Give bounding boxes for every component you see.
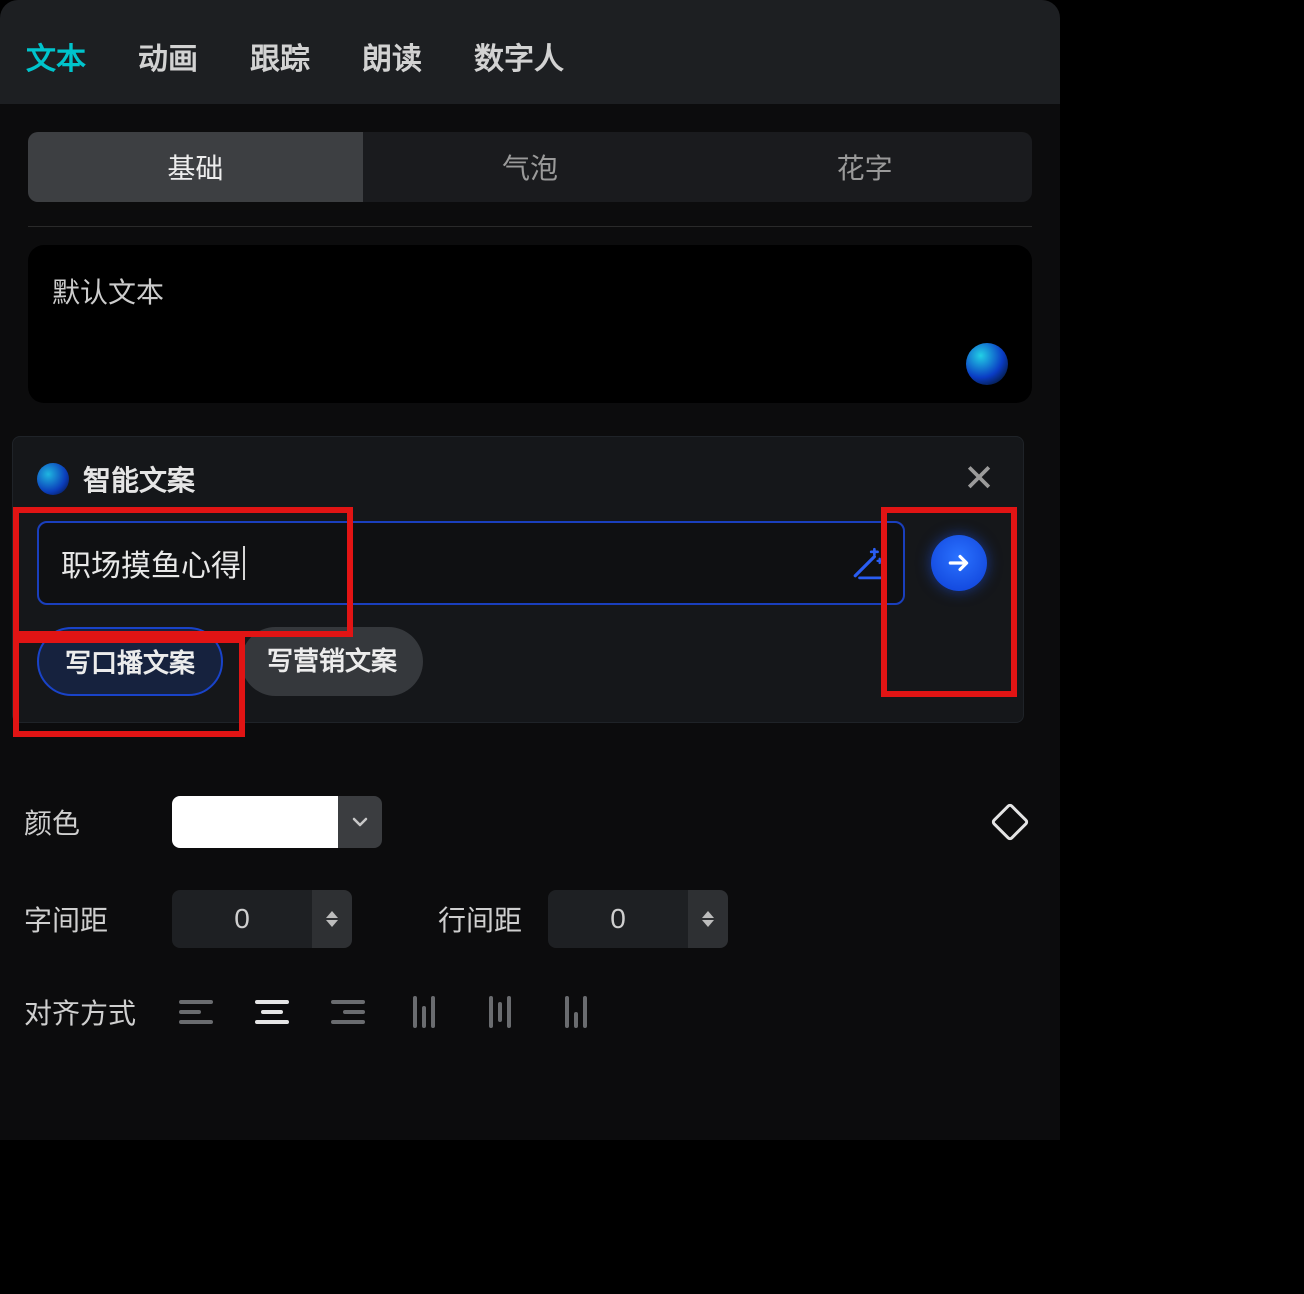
chip-row: 写口播文案 写营销文案	[37, 627, 999, 696]
step-up-icon[interactable]	[702, 911, 714, 918]
valign-top-icon[interactable]	[400, 990, 448, 1034]
align-row: 对齐方式	[24, 990, 1024, 1034]
letter-spacing-label: 字间距	[24, 899, 172, 939]
color-label: 颜色	[24, 802, 172, 842]
subtab-fancy[interactable]: 花字	[697, 132, 1032, 202]
letter-spacing-input[interactable]: 0	[172, 890, 352, 948]
align-left-icon[interactable]	[172, 990, 220, 1034]
popover-title: 智能文案	[83, 459, 195, 499]
tab-track[interactable]: 跟踪	[250, 34, 310, 78]
magic-wand-icon[interactable]	[851, 546, 885, 580]
subtab-row: 基础 气泡 花字	[28, 132, 1032, 202]
divider	[28, 226, 1032, 227]
align-label: 对齐方式	[24, 992, 172, 1032]
spacing-row: 字间距 0 行间距 0	[24, 890, 1024, 948]
smart-copy-popover: 智能文案 ✕ 职场摸鱼心得 写口播文案 写营销文案	[12, 436, 1024, 723]
align-center-icon[interactable]	[248, 990, 296, 1034]
line-spacing-input[interactable]: 0	[548, 890, 728, 948]
arrow-right-icon	[931, 535, 987, 591]
close-icon[interactable]: ✕	[959, 460, 999, 498]
tab-text[interactable]: 文本	[26, 34, 86, 78]
top-tab-bar: 文本 动画 跟踪 朗读 数字人	[0, 0, 1060, 104]
text-input-value: 默认文本	[52, 277, 164, 308]
subtab-bubble[interactable]: 气泡	[363, 132, 698, 202]
line-spacing-value: 0	[548, 890, 688, 948]
keyframe-diamond-icon[interactable]	[990, 802, 1030, 842]
text-properties: 颜色 字间距 0 行间距 0	[24, 796, 1024, 1076]
submit-button[interactable]	[919, 521, 999, 605]
text-caret	[243, 546, 245, 580]
content-area: 基础 气泡 花字 默认文本	[0, 104, 1060, 441]
color-row: 颜色	[24, 796, 1024, 848]
prompt-value: 职场摸鱼心得	[61, 541, 241, 585]
text-panel: 文本 动画 跟踪 朗读 数字人 基础 气泡 花字 默认文本 智能文案 ✕ 职场摸…	[0, 0, 1060, 1140]
tab-animation[interactable]: 动画	[138, 34, 198, 78]
letter-spacing-stepper[interactable]	[312, 890, 352, 948]
letter-spacing-value: 0	[172, 890, 312, 948]
step-down-icon[interactable]	[702, 920, 714, 927]
tab-digital[interactable]: 数字人	[474, 34, 564, 78]
align-buttons	[172, 990, 600, 1034]
chip-broadcast[interactable]: 写口播文案	[37, 627, 223, 696]
prompt-row: 职场摸鱼心得	[37, 521, 999, 605]
prompt-input[interactable]: 职场摸鱼心得	[37, 521, 905, 605]
text-input-area[interactable]: 默认文本	[28, 245, 1032, 403]
popover-header: 智能文案 ✕	[37, 459, 999, 499]
valign-middle-icon[interactable]	[476, 990, 524, 1034]
step-down-icon[interactable]	[326, 920, 338, 927]
tab-read[interactable]: 朗读	[362, 34, 422, 78]
valign-bottom-icon[interactable]	[552, 990, 600, 1034]
line-spacing-label: 行间距	[438, 899, 548, 939]
ai-orb-icon	[37, 463, 69, 495]
chevron-down-icon[interactable]	[338, 796, 382, 848]
step-up-icon[interactable]	[326, 911, 338, 918]
align-right-icon[interactable]	[324, 990, 372, 1034]
chip-marketing[interactable]: 写营销文案	[241, 627, 423, 696]
color-swatch	[172, 796, 338, 848]
line-spacing-stepper[interactable]	[688, 890, 728, 948]
subtab-basic[interactable]: 基础	[28, 132, 363, 202]
color-picker[interactable]	[172, 796, 382, 848]
ai-orb-button[interactable]	[966, 343, 1008, 385]
